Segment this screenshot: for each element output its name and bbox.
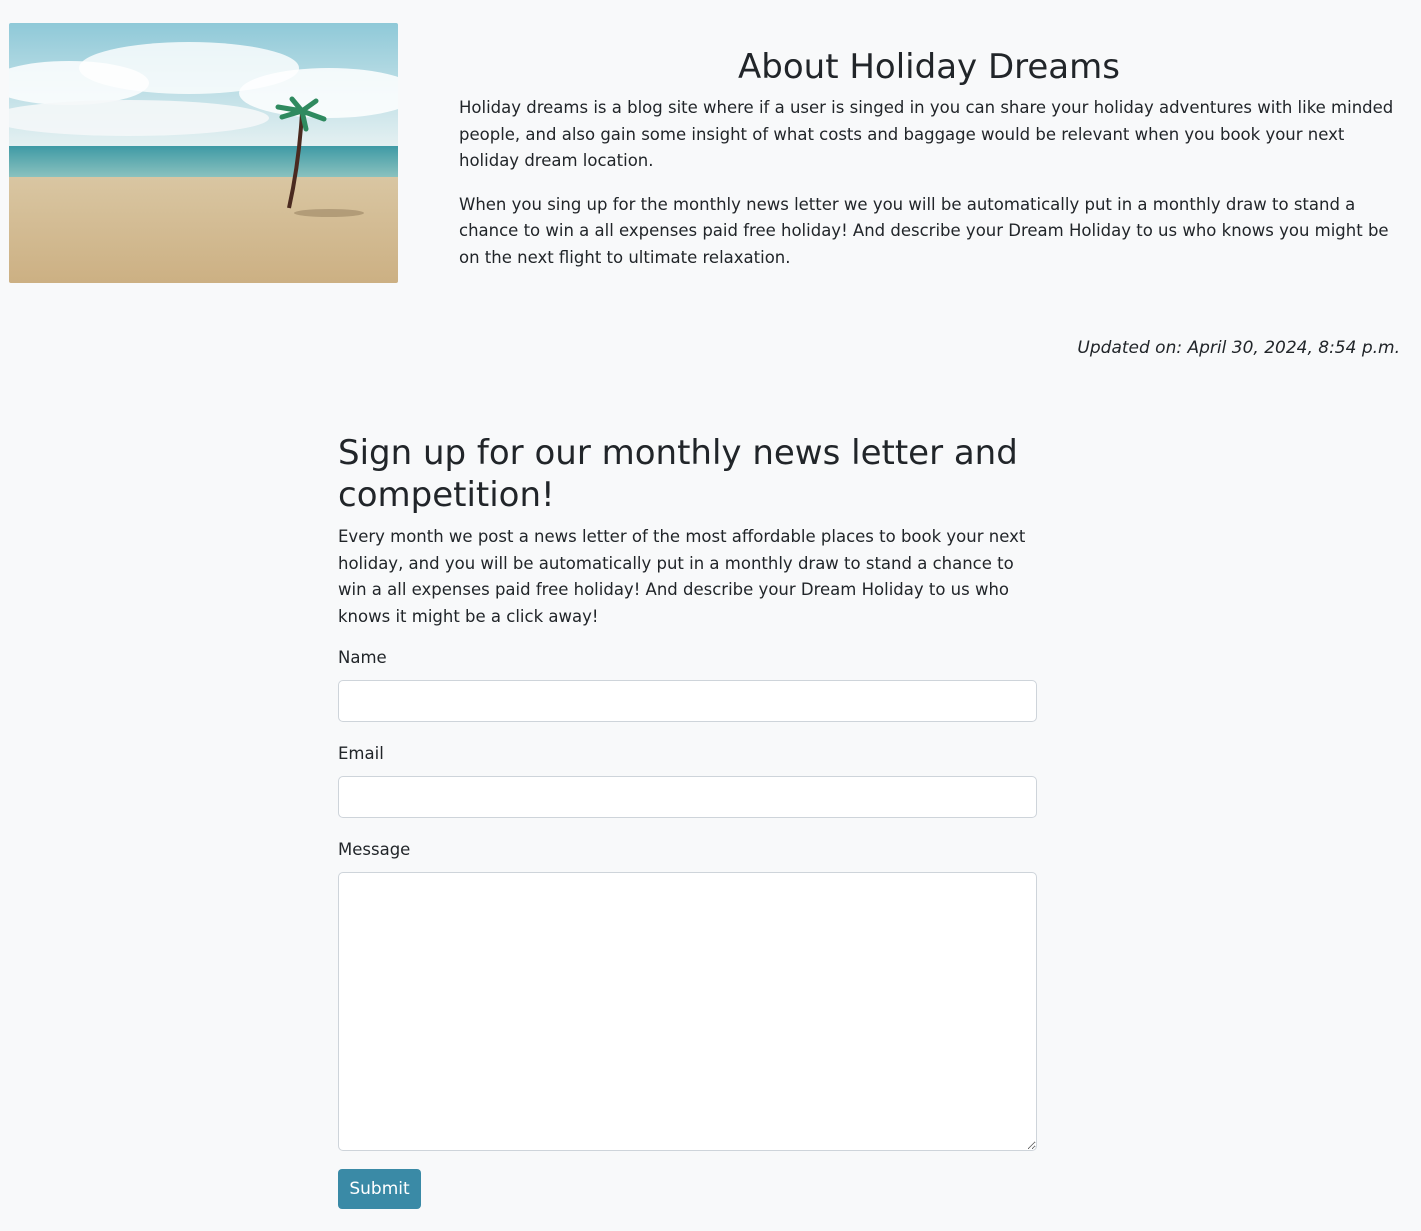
about-paragraph-1: Holiday dreams is a blog site where if a… <box>459 98 1394 170</box>
about-hero-image <box>9 23 398 283</box>
about-section: About Holiday Dreams Holiday dreams is a… <box>459 45 1399 288</box>
email-input[interactable] <box>338 776 1037 818</box>
signup-description: Every month we post a news letter of the… <box>338 527 1026 626</box>
name-label: Name <box>338 648 387 667</box>
newsletter-signup-section: Sign up for our monthly news letter and … <box>338 432 1037 1209</box>
submit-button[interactable]: Submit <box>338 1169 421 1209</box>
beach-palm-image <box>9 23 398 283</box>
email-label: Email <box>338 744 384 763</box>
updated-timestamp: Updated on: April 30, 2024, 8:54 p.m. <box>1077 338 1400 358</box>
signup-form: Name Email Message Submit <box>338 646 1037 1209</box>
message-textarea[interactable] <box>338 872 1037 1151</box>
signup-title: Sign up for our monthly news letter and … <box>338 433 1018 515</box>
name-input[interactable] <box>338 680 1037 722</box>
message-label: Message <box>338 840 411 859</box>
about-paragraph-2: When you sing up for the monthly news le… <box>459 194 1389 267</box>
about-title: About Holiday Dreams <box>738 47 1120 87</box>
